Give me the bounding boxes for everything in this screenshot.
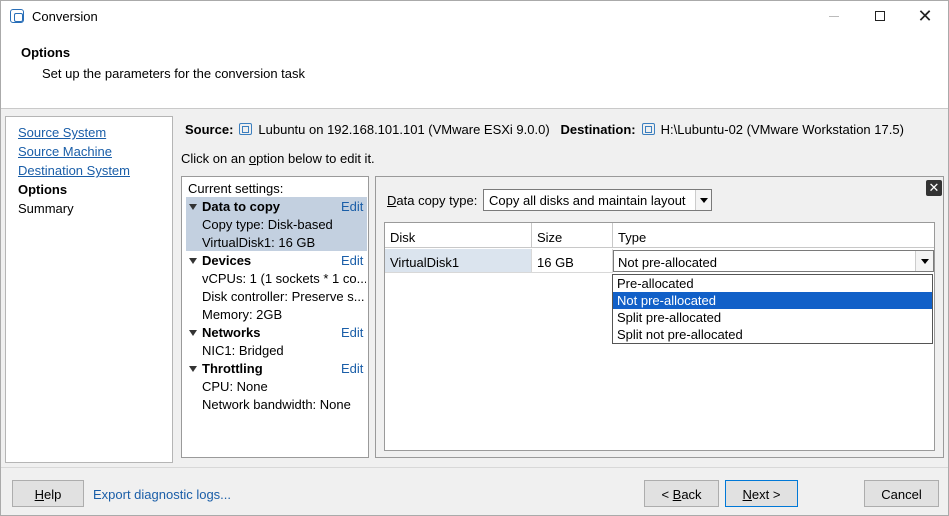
- current-settings-panel: Current settings: Data to copy Edit Copy…: [181, 176, 369, 458]
- nav-step-source-system[interactable]: Source System: [18, 125, 106, 140]
- page-subtitle: Set up the parameters for the conversion…: [42, 66, 306, 81]
- dropdown-option-not-pre-allocated[interactable]: Not pre-allocated: [613, 292, 932, 309]
- expand-triangle-icon[interactable]: [189, 330, 197, 336]
- cell-disk-size: 16 GB: [532, 249, 613, 273]
- edit-networks-link[interactable]: Edit: [341, 325, 363, 340]
- wizard-header: Options Set up the parameters for the co…: [1, 31, 948, 109]
- expand-triangle-icon[interactable]: [189, 258, 197, 264]
- edit-hint: Click on an option below to edit it.: [181, 151, 375, 166]
- wizard-steps-nav: Source System Source Machine Destination…: [5, 116, 173, 463]
- destination-value: H:\Lubuntu-02 (VMware Workstation 17.5): [660, 122, 904, 137]
- source-value: Lubuntu on 192.168.101.101 (VMware ESXi …: [258, 122, 550, 137]
- data-copy-type-value: Copy all disks and maintain layout: [489, 193, 686, 208]
- column-header-size[interactable]: Size: [532, 223, 613, 248]
- nav-step-summary: Summary: [18, 201, 74, 216]
- nav-step-source-machine[interactable]: Source Machine: [18, 144, 112, 159]
- nav-step-options: Options: [18, 182, 68, 197]
- setting-value: vCPUs: 1 (1 sockets * 1 co...: [202, 271, 366, 286]
- setting-value: VirtualDisk1: 16 GB: [202, 235, 316, 250]
- source-destination-summary: Source: Lubuntu on 192.168.101.101 (VMwar…: [185, 122, 904, 137]
- section-title-data-to-copy[interactable]: Data to copy: [202, 199, 280, 214]
- close-window-button[interactable]: ✕: [902, 1, 948, 31]
- cell-disk-name[interactable]: VirtualDisk1: [385, 249, 532, 273]
- dropdown-option-split-pre-allocated[interactable]: Split pre-allocated: [613, 309, 932, 326]
- setting-value: Memory: 2GB: [202, 307, 283, 322]
- column-header-disk[interactable]: Disk: [385, 223, 532, 248]
- expand-triangle-icon[interactable]: [189, 204, 197, 210]
- title-bar: Conversion ✕: [1, 1, 948, 31]
- disk-type-value: Not pre-allocated: [618, 255, 717, 270]
- setting-value: Copy type: Disk-based: [202, 217, 333, 232]
- source-machine-icon: [239, 123, 253, 135]
- current-settings-label: Current settings:: [188, 181, 284, 196]
- setting-value: NIC1: Bridged: [202, 343, 284, 358]
- chevron-down-icon[interactable]: [695, 190, 711, 210]
- footer-divider: [1, 467, 948, 468]
- close-icon: ✕: [917, 5, 933, 26]
- help-button[interactable]: Help: [12, 480, 84, 507]
- next-button[interactable]: Next >: [725, 480, 798, 507]
- page-title: Options: [21, 45, 71, 60]
- dropdown-option-pre-allocated[interactable]: Pre-allocated: [613, 275, 932, 292]
- source-label: Source:: [185, 122, 234, 137]
- minimize-icon: [829, 15, 839, 17]
- expand-triangle-icon[interactable]: [189, 366, 197, 372]
- section-title-networks[interactable]: Networks: [202, 325, 261, 340]
- export-diagnostic-logs-link[interactable]: Export diagnostic logs...: [93, 487, 231, 502]
- column-header-type[interactable]: Type: [613, 223, 934, 248]
- setting-value: CPU: None: [202, 379, 268, 394]
- chevron-down-icon[interactable]: [915, 251, 933, 271]
- section-title-throttling[interactable]: Throttling: [202, 361, 263, 376]
- data-copy-type-select[interactable]: Copy all disks and maintain layout: [483, 189, 712, 211]
- disk-type-select[interactable]: Not pre-allocated: [613, 250, 934, 272]
- back-button[interactable]: < Back: [644, 480, 719, 507]
- destination-label: Destination:: [560, 122, 636, 137]
- setting-value: Disk controller: Preserve s...: [202, 289, 365, 304]
- edit-throttling-link[interactable]: Edit: [341, 361, 363, 376]
- edit-devices-link[interactable]: Edit: [341, 253, 363, 268]
- setting-value: Network bandwidth: None: [202, 397, 351, 412]
- disk-type-dropdown-list: Pre-allocated Not pre-allocated Split pr…: [612, 274, 933, 344]
- minimize-button[interactable]: [811, 1, 857, 31]
- data-copy-type-label: Data copy type:: [387, 193, 478, 208]
- section-title-devices[interactable]: Devices: [202, 253, 251, 268]
- close-editor-icon[interactable]: ✕: [926, 180, 942, 196]
- edit-data-to-copy-link[interactable]: Edit: [341, 199, 363, 214]
- maximize-button[interactable]: [857, 1, 903, 31]
- conversion-window: Conversion ✕ Options Set up the paramete…: [0, 0, 949, 516]
- destination-machine-icon: [641, 123, 655, 135]
- conversion-app-icon: [10, 9, 24, 23]
- cancel-button[interactable]: Cancel: [864, 480, 939, 507]
- maximize-icon: [875, 11, 885, 21]
- nav-step-destination-system[interactable]: Destination System: [18, 163, 130, 178]
- window-title: Conversion: [32, 9, 98, 24]
- dropdown-option-split-not-pre-allocated[interactable]: Split not pre-allocated: [613, 326, 932, 343]
